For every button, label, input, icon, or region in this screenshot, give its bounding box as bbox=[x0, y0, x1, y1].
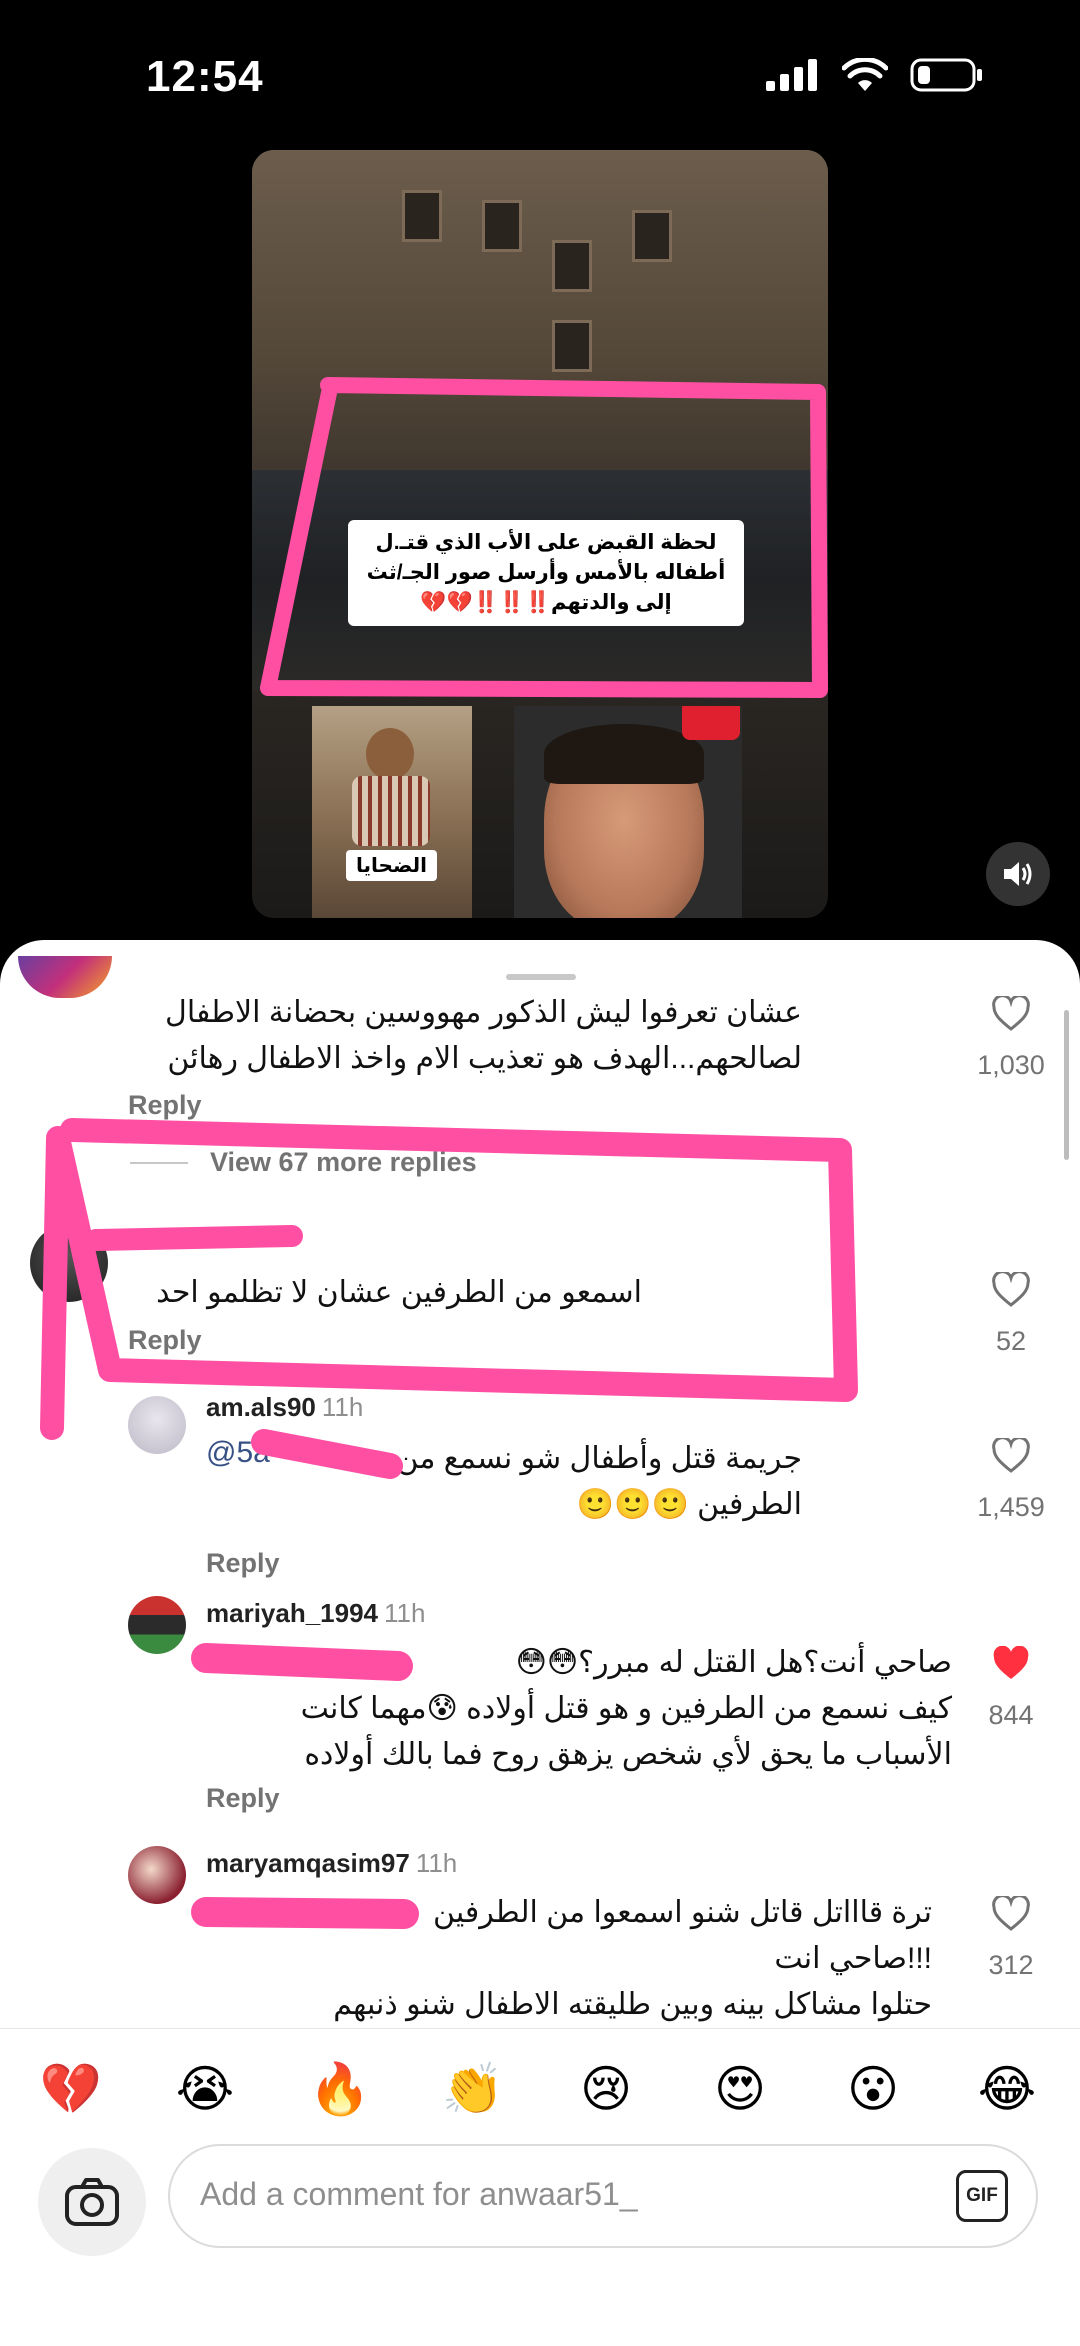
view-more-replies-button[interactable]: View 67 more replies bbox=[210, 1147, 477, 1178]
comment-time: 11h bbox=[134, 1224, 176, 1254]
like-count: 1,030 bbox=[977, 1050, 1045, 1080]
camera-button[interactable] bbox=[38, 2148, 146, 2256]
reaction-heart-eyes[interactable]: 😍 bbox=[705, 2059, 775, 2119]
avatar[interactable] bbox=[128, 1846, 186, 1904]
comment-input[interactable]: Add a comment for anwaar51_ GIF bbox=[168, 2144, 1038, 2248]
comment-input-placeholder: Add a comment for anwaar51_ bbox=[200, 2176, 638, 2212]
comment-time: 11h bbox=[384, 1598, 426, 1628]
comment-meta: 11h bbox=[128, 1224, 175, 1255]
comment-text: صاحي أنت؟هل القتل له مبرر؟😳😳 كيف نسمع من… bbox=[300, 1646, 952, 1771]
reply-button[interactable]: Reply bbox=[128, 1090, 202, 1121]
comment-composer: Add a comment for anwaar51_ GIF bbox=[0, 2144, 1080, 2346]
reply-button[interactable]: Reply bbox=[206, 1548, 280, 1579]
reaction-broken-heart[interactable]: 💔 bbox=[36, 2059, 106, 2119]
reel-video[interactable]: لحظة القبض على الأب الذي قتـ.ل أطفاله با… bbox=[252, 150, 828, 918]
comment-username[interactable]: maryamqasim97 bbox=[206, 1848, 410, 1878]
reply-button[interactable]: Reply bbox=[206, 1783, 280, 1814]
comment-text: عشان تعرفوا ليش الذكور مهووسين بحضانة ال… bbox=[165, 996, 802, 1075]
reaction-sad[interactable]: 😢 bbox=[571, 2059, 641, 2119]
comments-scrollbar[interactable] bbox=[1064, 1010, 1069, 1160]
comment-meta: maryamqasim97 11h bbox=[206, 1848, 457, 1879]
reaction-laugh[interactable]: 😂 bbox=[972, 2059, 1042, 2119]
comment-username[interactable]: mariyah_1994 bbox=[206, 1598, 378, 1628]
heart-icon[interactable] bbox=[991, 1896, 1031, 1932]
speaker-icon bbox=[1004, 862, 1032, 886]
comment-text: ترة قاااتل قاتل شنو اسمعوا من الطرفين !!… bbox=[333, 1896, 932, 2021]
status-icons bbox=[766, 58, 984, 92]
heart-icon-liked[interactable] bbox=[991, 1646, 1031, 1682]
video-scene-building bbox=[252, 150, 828, 490]
like-count: 1,459 bbox=[977, 1492, 1045, 1522]
like-count: 52 bbox=[995, 1326, 1027, 1356]
avatar[interactable] bbox=[128, 1396, 186, 1454]
comment-text: اسمعو من الطرفين عشان لا تظلمو احد bbox=[156, 1276, 642, 1309]
sheet-drag-handle[interactable] bbox=[506, 974, 576, 980]
battery-icon bbox=[910, 58, 982, 92]
victim-photo: الضحايا bbox=[312, 706, 472, 918]
signal-icon bbox=[766, 59, 817, 91]
comment-username[interactable]: am.als90 bbox=[206, 1392, 316, 1422]
mention-link[interactable]: @5a bbox=[206, 1436, 270, 1470]
like-count: 312 bbox=[988, 1950, 1034, 1980]
gif-button[interactable]: GIF bbox=[956, 2170, 1008, 2222]
clock: 12:54 bbox=[146, 52, 264, 101]
avatar[interactable] bbox=[128, 1596, 186, 1654]
replies-divider bbox=[130, 1162, 188, 1164]
wifi-icon bbox=[842, 58, 888, 91]
status-bar: 12:54 bbox=[0, 0, 1080, 150]
reaction-surprised[interactable]: 😮 bbox=[838, 2059, 908, 2119]
quick-reactions-bar: 💔 😭 🔥 👏 😢 😍 😮 😂 bbox=[0, 2028, 1080, 2149]
comment-meta: am.als90 11h bbox=[206, 1392, 363, 1423]
comment-time: 11h bbox=[415, 1848, 458, 1878]
comment-time: 11h bbox=[321, 1392, 364, 1422]
reply-button[interactable]: Reply bbox=[128, 1325, 202, 1356]
like-count: 844 bbox=[988, 1700, 1034, 1730]
reaction-crying[interactable]: 😭 bbox=[170, 2059, 240, 2119]
video-caption: لحظة القبض على الأب الذي قتـ.ل أطفاله با… bbox=[348, 520, 744, 626]
reaction-fire[interactable]: 🔥 bbox=[305, 2059, 375, 2119]
heart-icon[interactable] bbox=[991, 1438, 1031, 1474]
victims-label: الضحايا bbox=[346, 850, 438, 881]
heart-icon[interactable] bbox=[991, 996, 1031, 1032]
camera-icon bbox=[65, 2178, 119, 2226]
comment-text: جريمة قتل وأطفال شو نسمع من الطرفين 🙂🙂🙂 bbox=[396, 1442, 802, 1521]
red-tag bbox=[682, 706, 740, 740]
reaction-clap[interactable]: 👏 bbox=[438, 2059, 508, 2119]
mute-button[interactable] bbox=[986, 842, 1050, 906]
comment-meta: mariyah_1994 11h bbox=[206, 1598, 425, 1629]
heart-icon[interactable] bbox=[991, 1272, 1031, 1308]
